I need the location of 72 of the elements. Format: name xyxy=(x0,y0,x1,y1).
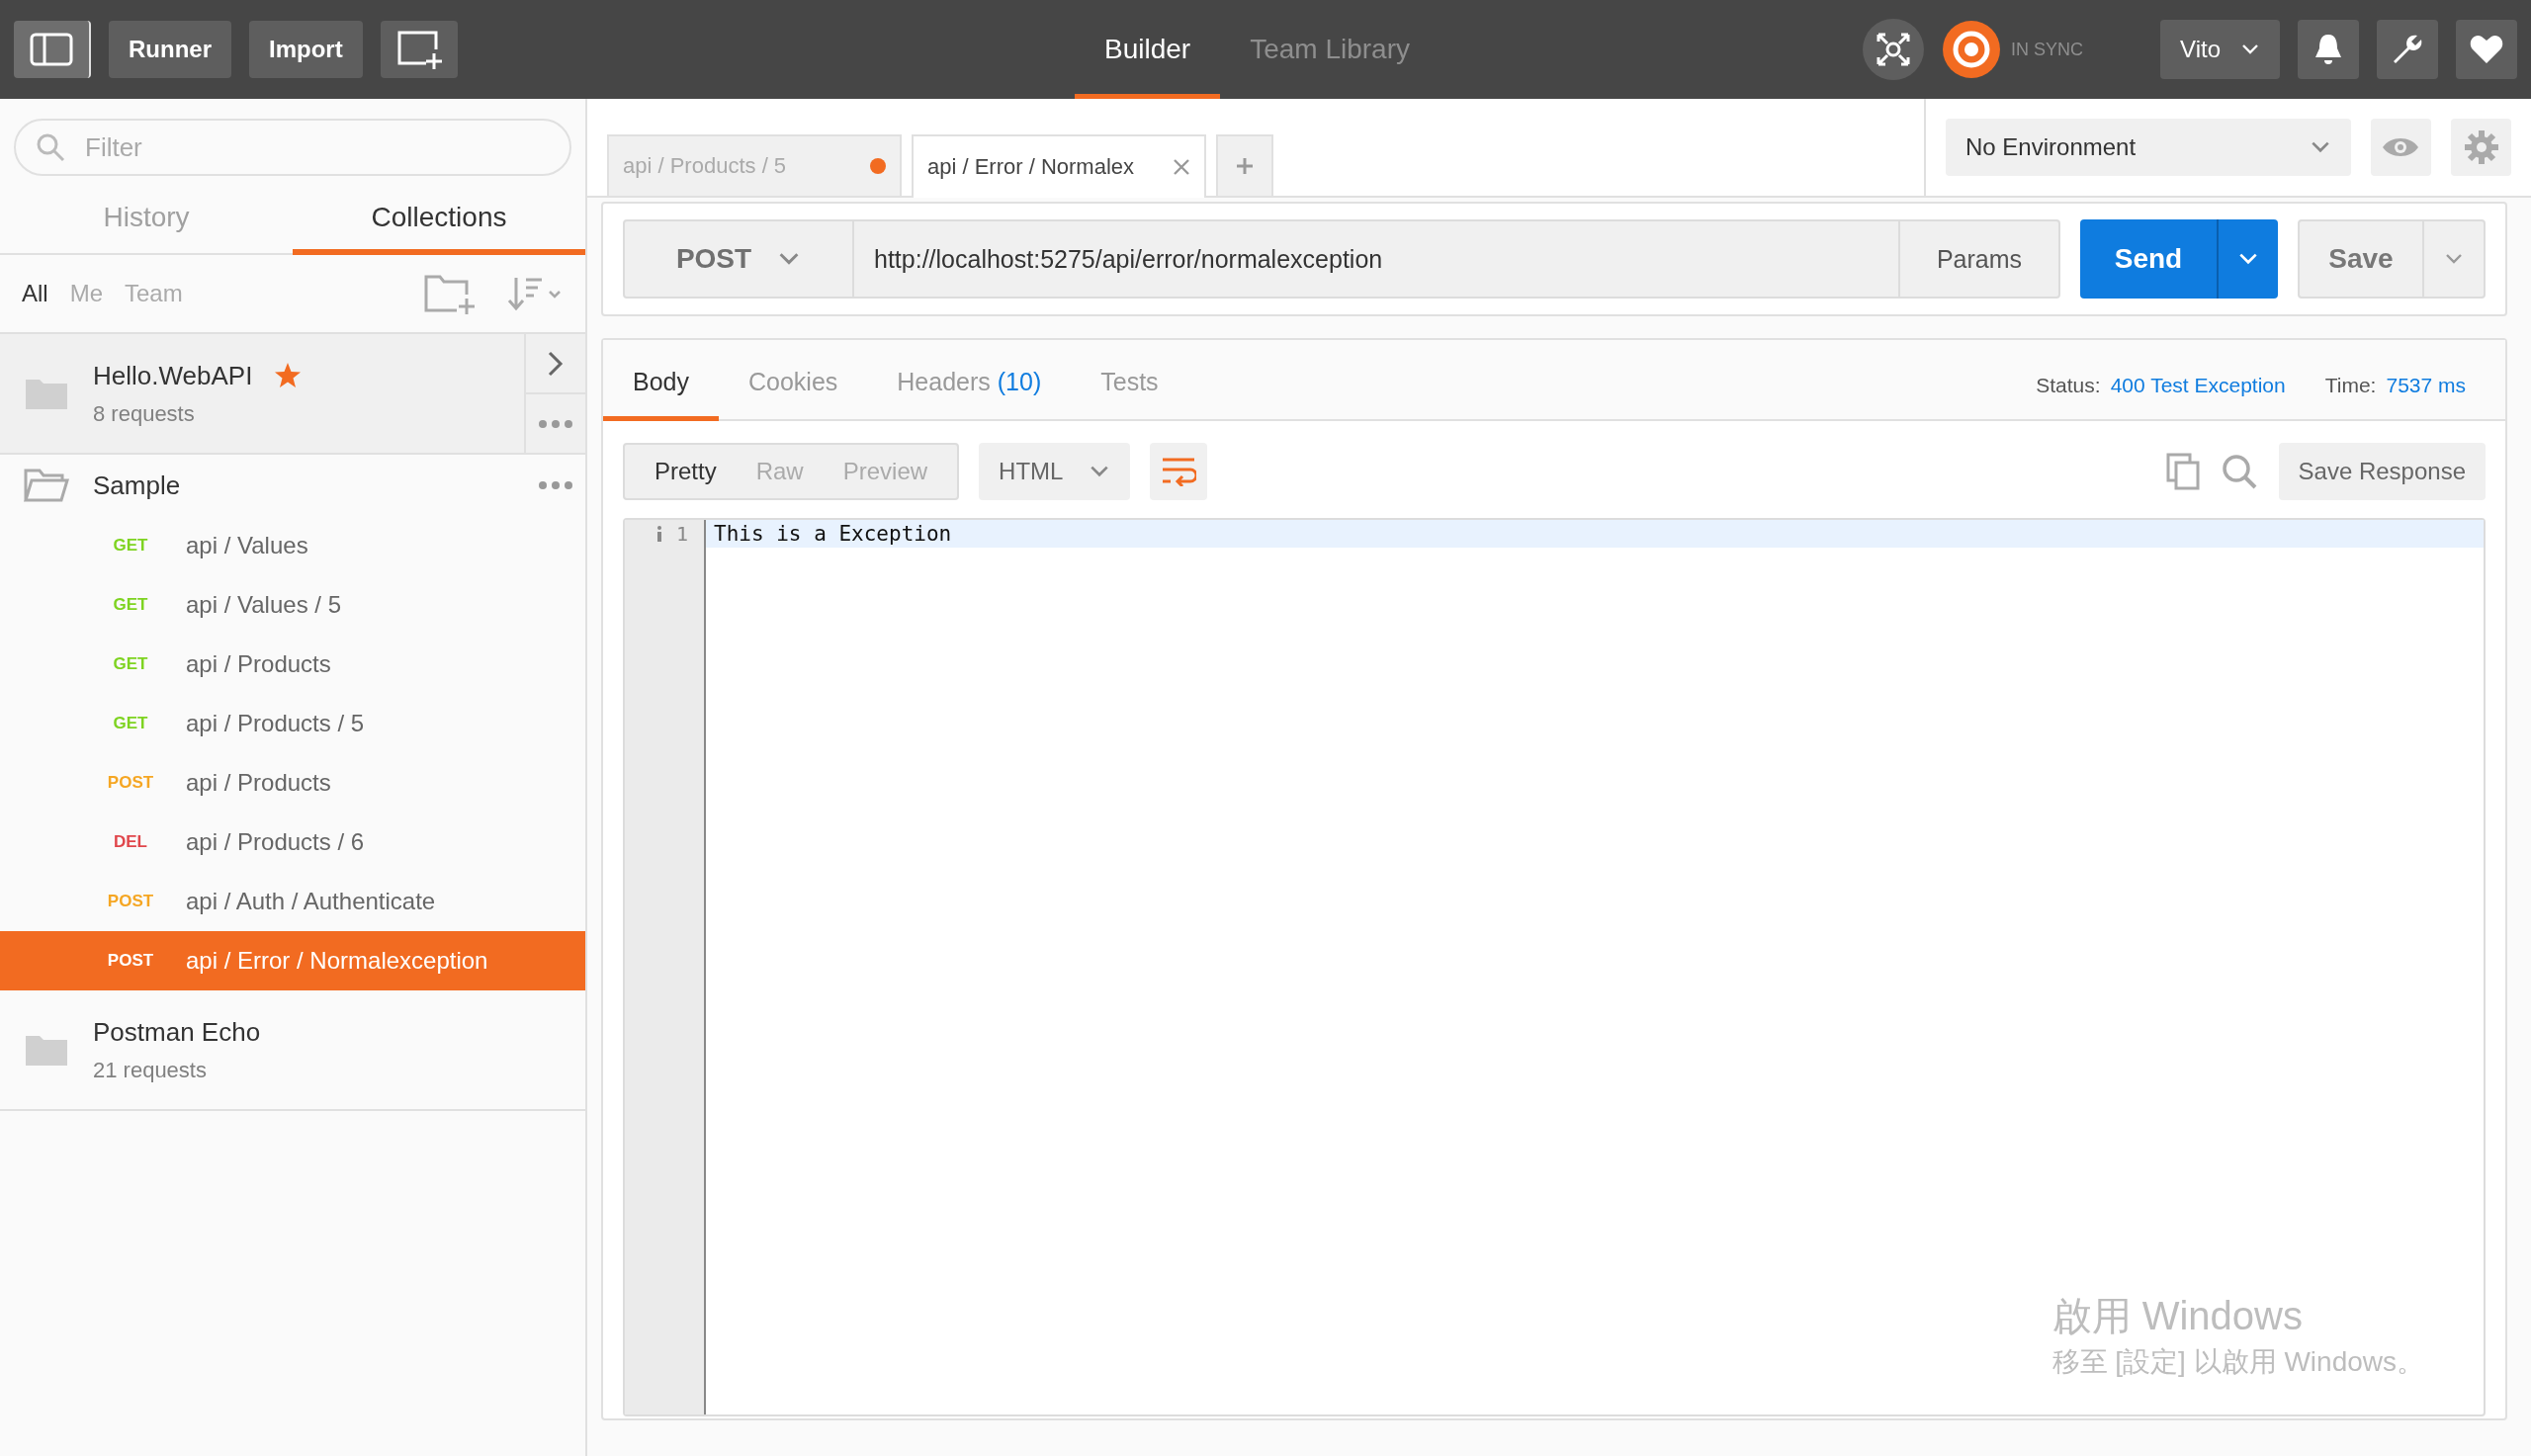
request-count: 21 requests xyxy=(93,1057,208,1083)
more-icon[interactable] xyxy=(538,480,573,490)
time-value: 7537 ms xyxy=(2386,374,2466,396)
request-item[interactable]: GET api / Values / 5 xyxy=(0,575,585,635)
eye-icon[interactable] xyxy=(2371,119,2431,176)
collection-row[interactable]: Hello.WebAPI 8 requests xyxy=(0,334,585,455)
nav-tab[interactable]: Team Library xyxy=(1220,0,1440,99)
request-item[interactable]: GET api / Products / 5 xyxy=(0,694,585,753)
new-tab-button[interactable] xyxy=(380,21,458,78)
sidebar-toggle-button[interactable] xyxy=(14,21,91,78)
view-mode-tab[interactable]: Pretty xyxy=(635,445,737,498)
status-value: 400 Test Exception xyxy=(2110,374,2286,396)
request-item[interactable]: POST api / Auth / Authenticate xyxy=(0,872,585,931)
user-menu[interactable]: Vito xyxy=(2160,20,2280,79)
response-tab[interactable]: Body xyxy=(603,368,719,421)
sync-status: IN SYNC xyxy=(2011,39,2084,60)
request-name: api / Products xyxy=(186,650,331,678)
request-item[interactable]: GET api / Products xyxy=(0,635,585,694)
method-label: POST xyxy=(106,892,155,911)
request-item[interactable]: POST api / Error / Normalexception xyxy=(0,931,585,990)
activation-message: 移至 [設定] 以啟用 Windows。 xyxy=(2051,1345,2424,1379)
sort-icon[interactable] xyxy=(506,276,564,311)
sync-icon[interactable] xyxy=(1942,20,2002,79)
method-label: POST xyxy=(106,951,155,971)
line-number: 1 xyxy=(675,522,688,546)
request-name: api / Auth / Authenticate xyxy=(186,888,436,915)
import-button[interactable]: Import xyxy=(249,21,363,78)
wrench-icon[interactable] xyxy=(2377,20,2438,79)
plus-icon xyxy=(1236,157,1254,175)
save-response-button[interactable]: Save Response xyxy=(2278,443,2486,500)
sidebar-icon xyxy=(30,33,73,66)
request-name: api / Products / 6 xyxy=(186,828,365,856)
time-label: Time: xyxy=(2324,374,2377,396)
search-icon xyxy=(36,132,65,162)
add-tab-button[interactable] xyxy=(1216,134,1273,196)
info-icon xyxy=(655,526,662,542)
notification-bell-icon[interactable] xyxy=(2298,20,2359,79)
request-item[interactable]: POST api / Products xyxy=(0,753,585,813)
runner-button[interactable]: Runner xyxy=(109,21,231,78)
request-item[interactable]: GET api / Values xyxy=(0,516,585,575)
wrap-lines-icon[interactable] xyxy=(1150,443,1208,500)
method-label: GET xyxy=(112,536,149,556)
collection-name[interactable]: Sample xyxy=(93,470,181,501)
status-label: Status: xyxy=(2036,374,2101,396)
close-icon[interactable] xyxy=(1173,158,1190,176)
collection-name[interactable]: Postman Echo xyxy=(93,1016,261,1048)
collection-name[interactable]: Hello.WebAPI xyxy=(93,360,253,391)
new-window-icon xyxy=(395,30,442,69)
owner-filter[interactable]: All xyxy=(22,280,48,307)
star-icon[interactable] xyxy=(274,362,303,389)
method-label: GET xyxy=(112,714,149,733)
request-name: api / Error / Normalexception xyxy=(186,947,488,975)
environment-dropdown[interactable]: No Environment xyxy=(1946,119,2351,176)
response-tab[interactable]: Headers (10) xyxy=(867,368,1072,421)
request-name: api / Values / 5 xyxy=(186,591,341,619)
filter-field[interactable]: Filter xyxy=(14,119,571,176)
method-label: POST xyxy=(106,773,155,793)
new-collection-icon[interactable] xyxy=(423,273,477,314)
request-tab[interactable]: api / Error / Normalex xyxy=(912,134,1206,198)
search-icon[interactable] xyxy=(2221,454,2257,489)
method-label: GET xyxy=(112,654,149,674)
request-name: api / Products / 5 xyxy=(186,710,365,737)
request-item[interactable]: DEL api / Products / 6 xyxy=(0,813,585,872)
request-count: 8 requests xyxy=(93,400,196,427)
activation-title: 啟用 Windows xyxy=(2051,1293,2304,1339)
request-name: api / Values xyxy=(186,532,308,559)
method-label: DEL xyxy=(113,832,148,852)
method-label: GET xyxy=(112,595,149,615)
format-dropdown[interactable]: HTML xyxy=(979,443,1131,500)
settings-icon[interactable] xyxy=(2451,119,2511,176)
copy-icon[interactable] xyxy=(2165,453,2200,490)
request-name: api / Products xyxy=(186,769,331,797)
